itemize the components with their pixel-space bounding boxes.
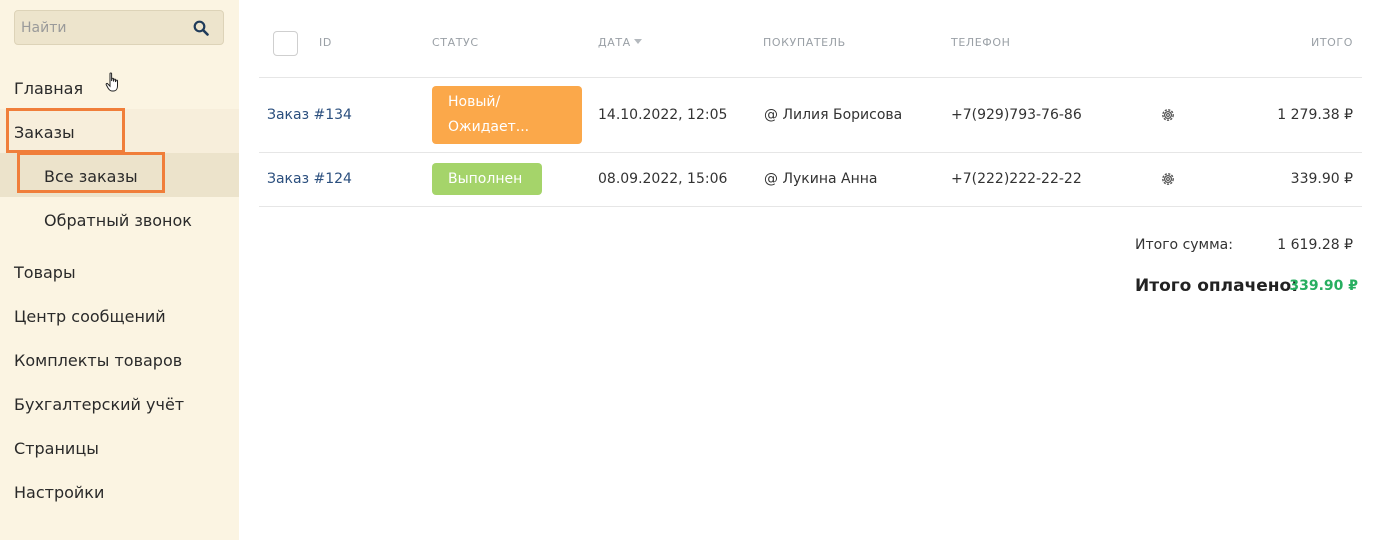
sidebar-item-callback[interactable]: Обратный звонок [44, 211, 192, 230]
buyer-phone: +7(929)793-76-86 [951, 107, 1082, 123]
order-link[interactable]: Заказ #134 [267, 107, 352, 123]
table-row[interactable]: Заказ #134 Новый/ Ожидает... 14.10.2022,… [259, 78, 1362, 153]
column-header-buyer[interactable]: ПОКУПАТЕЛЬ [763, 36, 846, 49]
buyer-name[interactable]: @ Лукина Анна [764, 171, 877, 187]
search-input[interactable] [21, 18, 181, 38]
search-box [14, 10, 224, 45]
status-badge[interactable]: Выполнен [432, 163, 542, 195]
select-all-checkbox[interactable] [273, 31, 298, 56]
column-header-id[interactable]: ID [319, 36, 332, 49]
column-header-phone[interactable]: ТЕЛЕФОН [951, 36, 1011, 49]
order-link[interactable]: Заказ #124 [267, 171, 352, 187]
total-sum-label: Итого сумма: [1135, 237, 1233, 253]
gear-icon[interactable] [1160, 171, 1176, 187]
sidebar-item-pages[interactable]: Страницы [14, 439, 99, 458]
column-header-date: ДАТА [598, 36, 631, 49]
buyer-name[interactable]: @ Лилия Борисова [764, 107, 902, 123]
sidebar-item-accounting[interactable]: Бухгалтерский учёт [14, 395, 184, 414]
sidebar-item-home[interactable]: Главная [14, 79, 83, 98]
sidebar-item-product-bundles[interactable]: Комплекты товаров [14, 351, 182, 370]
total-paid-value: 339.90 ₽ [1289, 278, 1358, 294]
sidebar: Главная Заказы Все заказы Обратный звоно… [0, 0, 239, 540]
total-paid-label: Итого оплачено: [1135, 276, 1299, 296]
column-header-total[interactable]: ИТОГО [1311, 36, 1353, 49]
gear-icon[interactable] [1160, 107, 1176, 123]
sidebar-item-settings[interactable]: Настройки [14, 483, 104, 502]
sidebar-item-message-center[interactable]: Центр сообщений [14, 307, 166, 326]
order-total: 1 279.38 ₽ [1277, 107, 1353, 123]
column-header-status[interactable]: СТАТУС [432, 36, 479, 49]
table-header: ID СТАТУС ДАТА ПОКУПАТЕЛЬ ТЕЛЕФОН ИТОГО [259, 0, 1362, 78]
search-icon[interactable] [193, 20, 209, 36]
all-orders-highlight-box [17, 152, 165, 193]
column-header-date-wrap[interactable]: ДАТА [598, 36, 642, 49]
buyer-phone: +7(222)222-22-22 [951, 171, 1082, 187]
orders-table-area: ID СТАТУС ДАТА ПОКУПАТЕЛЬ ТЕЛЕФОН ИТОГО … [259, 0, 1362, 540]
hand-cursor-icon [105, 72, 118, 92]
order-total: 339.90 ₽ [1290, 171, 1353, 187]
total-sum-value: 1 619.28 ₽ [1277, 237, 1353, 253]
sidebar-item-products[interactable]: Товары [14, 263, 76, 282]
table-row[interactable]: Заказ #124 Выполнен 08.09.2022, 15:06 @ … [259, 153, 1362, 207]
status-badge[interactable]: Новый/ Ожидает... [432, 86, 582, 144]
order-date: 08.09.2022, 15:06 [598, 171, 728, 187]
order-date: 14.10.2022, 12:05 [598, 107, 728, 123]
sort-down-icon [633, 39, 642, 44]
orders-highlight-box [6, 108, 125, 153]
